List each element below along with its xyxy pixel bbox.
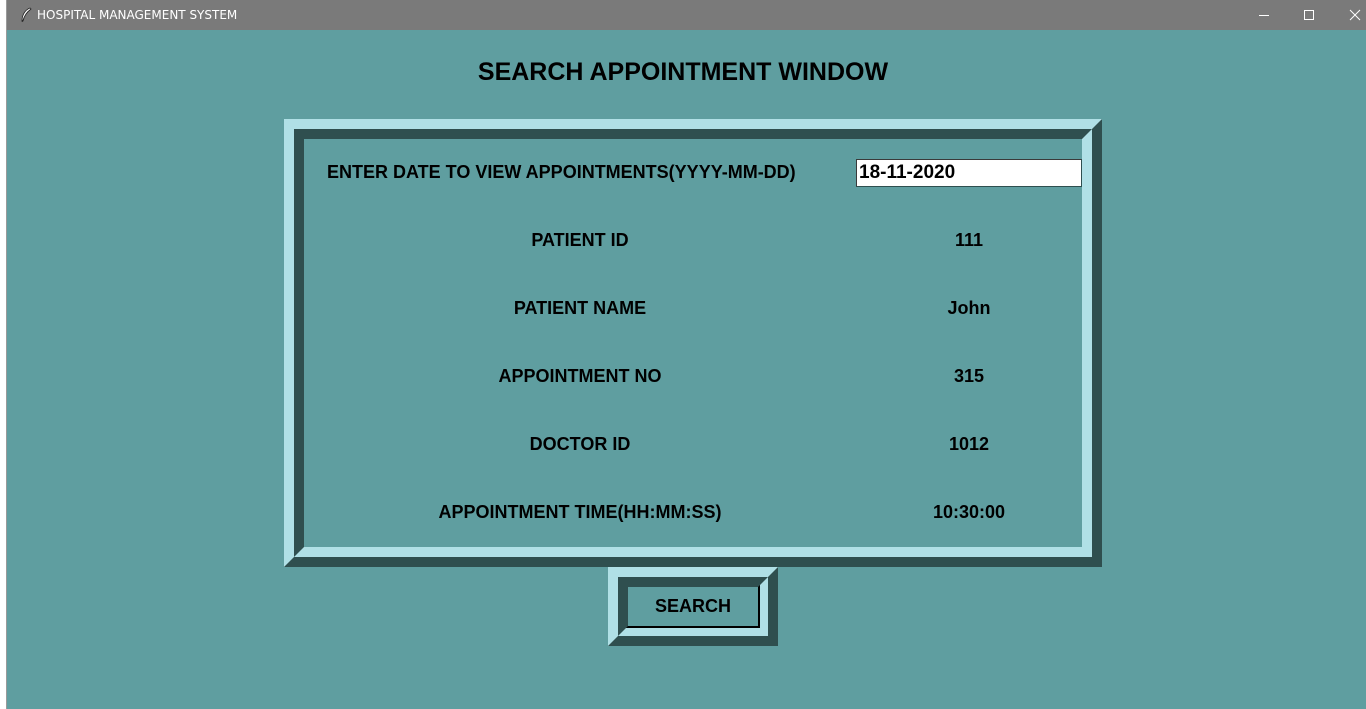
form-frame-inner <box>294 129 1092 557</box>
appointment-no-label: APPOINTMENT NO <box>498 366 662 386</box>
patient-id-value: 111 <box>954 230 984 250</box>
patient-name-label: PATIENT NAME <box>513 298 647 318</box>
minimize-button[interactable] <box>1241 0 1287 30</box>
title-bar[interactable]: HOSPITAL MANAGEMENT SYSTEM <box>7 0 1366 30</box>
close-icon <box>1349 9 1361 21</box>
feather-icon <box>19 7 33 23</box>
left-window-edge <box>0 0 7 709</box>
doctor-id-label: DOCTOR ID <box>529 434 631 454</box>
search-button[interactable]: SEARCH <box>626 585 760 628</box>
appointment-time-value: 10:30:00 <box>932 502 1006 522</box>
appointment-no-value: 315 <box>953 366 985 386</box>
appointment-time-label: APPOINTMENT TIME(HH:MM:SS) <box>438 502 722 522</box>
patient-name-value: John <box>947 298 991 318</box>
maximize-button[interactable] <box>1286 0 1332 30</box>
date-label: ENTER DATE TO VIEW APPOINTMENTS(YYYY-MM-… <box>327 162 796 182</box>
maximize-icon <box>1304 10 1314 20</box>
close-button[interactable] <box>1332 0 1366 30</box>
minimize-icon <box>1259 15 1269 16</box>
date-input[interactable] <box>856 159 1082 187</box>
doctor-id-value: 1012 <box>948 434 990 454</box>
page-title: SEARCH APPOINTMENT WINDOW <box>477 58 889 86</box>
patient-id-label: PATIENT ID <box>531 230 629 250</box>
window-title: HOSPITAL MANAGEMENT SYSTEM <box>37 8 238 22</box>
